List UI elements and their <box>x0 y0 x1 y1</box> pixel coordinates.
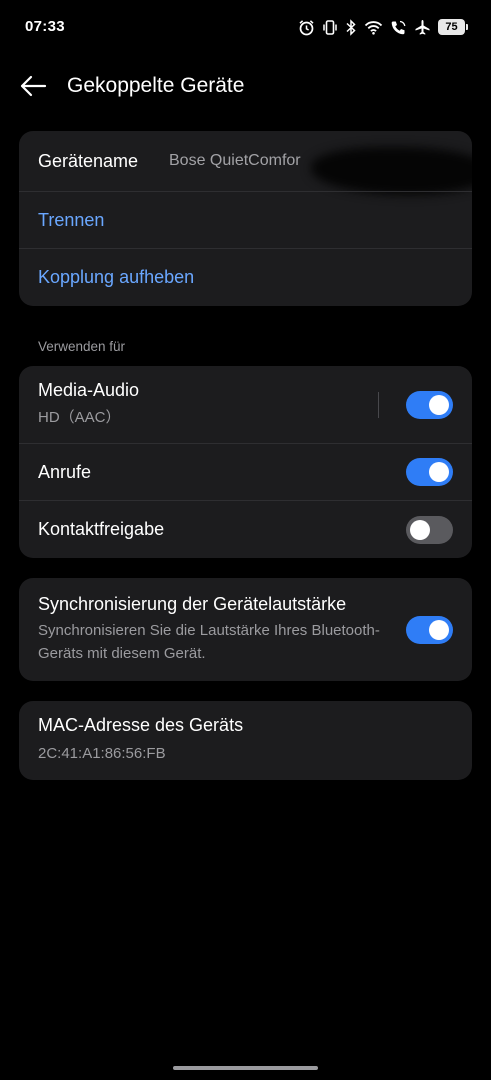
alarm-icon <box>299 19 314 35</box>
volume-sync-row[interactable]: Synchronisierung der Gerätelautstärke Sy… <box>19 578 472 681</box>
mac-address-card: MAC-Adresse des Geräts 2C:41:A1:86:56:FB <box>19 701 472 780</box>
volume-sync-description: Synchronisieren Sie die Lautstärke Ihres… <box>38 621 380 662</box>
home-indicator[interactable] <box>173 1066 318 1070</box>
disconnect-row[interactable]: Trennen <box>19 191 472 248</box>
media-audio-text: Media-Audio HD（AAC） <box>38 380 139 429</box>
airplane-icon <box>415 19 430 35</box>
vibrate-icon <box>323 19 337 35</box>
battery-level: 75 <box>445 21 458 33</box>
media-audio-toggle[interactable] <box>406 390 453 419</box>
vertical-divider <box>378 391 379 418</box>
toggle-knob <box>429 462 449 482</box>
status-time: 07:33 <box>25 18 65 35</box>
device-name-label: Gerätename <box>38 150 139 171</box>
mac-address-text: MAC-Adresse des Geräts 2C:41:A1:86:56:FB <box>38 715 243 765</box>
back-button[interactable] <box>14 68 52 104</box>
app-bar: Gekoppelte Geräte <box>0 62 491 110</box>
media-audio-row[interactable]: Media-Audio HD（AAC） <box>19 366 472 443</box>
unpair-row[interactable]: Kopplung aufheben <box>19 248 472 306</box>
page-title: Gekoppelte Geräte <box>67 74 245 97</box>
mac-address-label: MAC-Adresse des Geräts <box>38 715 244 736</box>
section-title-use-for: Verwenden für <box>38 339 126 354</box>
media-audio-label: Media-Audio <box>38 379 140 400</box>
battery-indicator: 75 <box>438 19 468 35</box>
mac-address-row: MAC-Adresse des Geräts 2C:41:A1:86:56:FB <box>19 701 472 780</box>
toggle-knob <box>410 519 430 540</box>
status-icons: 75 <box>298 17 468 37</box>
volume-sync-text: Synchronisierung der Gerätelautstärke Sy… <box>38 594 393 666</box>
calls-label: Anrufe <box>38 461 92 482</box>
volume-sync-label: Synchronisierung der Gerätelautstärke <box>38 593 347 614</box>
status-bar: 07:33 75 <box>0 0 491 56</box>
device-name-row[interactable]: Gerätename Bose QuietComfor <box>19 131 472 195</box>
wifi-icon <box>364 20 383 35</box>
contact-sharing-toggle[interactable] <box>406 515 453 544</box>
device-name-value: Bose QuietComfor <box>169 152 301 169</box>
contact-sharing-label: Kontaktfreigabe <box>38 519 165 539</box>
mac-address-value: 2C:41:A1:86:56:FB <box>38 745 166 763</box>
wifi-calling-icon <box>391 20 406 34</box>
calls-toggle[interactable] <box>406 458 453 486</box>
calls-row[interactable]: Anrufe <box>19 443 472 500</box>
toggle-knob <box>429 394 449 415</box>
arrow-left-icon <box>20 75 47 97</box>
contact-sharing-row[interactable]: Kontaktfreigabe <box>19 500 472 558</box>
unpair-link[interactable]: Kopplung aufheben <box>38 267 194 288</box>
toggle-knob <box>429 619 449 640</box>
redaction-mark <box>311 147 472 195</box>
bluetooth-icon <box>346 18 356 36</box>
disconnect-link[interactable]: Trennen <box>38 210 104 231</box>
volume-sync-card: Synchronisierung der Gerätelautstärke Sy… <box>19 578 472 681</box>
use-for-card: Media-Audio HD（AAC） Anrufe Kontaktfreiga… <box>19 366 472 558</box>
device-card: Gerätename Bose QuietComfor Trennen Kopp… <box>19 131 472 306</box>
volume-sync-toggle[interactable] <box>406 615 453 644</box>
media-audio-codec: HD（AAC） <box>38 408 121 426</box>
